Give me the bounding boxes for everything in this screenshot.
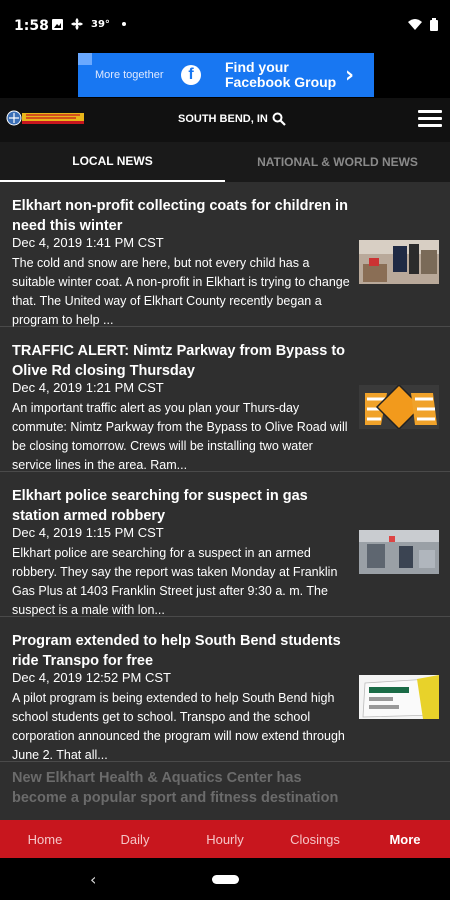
news-title: Elkhart police searching for suspect in … xyxy=(12,488,308,524)
news-date: Dec 4, 2019 1:41 PM CST xyxy=(12,235,164,250)
dot-icon xyxy=(121,22,126,26)
news-item[interactable]: TRAFFIC ALERT: Nimtz Parkway from Bypass… xyxy=(0,327,450,472)
nav-hourly[interactable]: Hourly xyxy=(180,820,270,858)
news-summary: An important traffic alert as you plan y… xyxy=(12,401,348,472)
chevron-right-icon: › xyxy=(345,62,355,88)
status-system-icons xyxy=(408,18,438,31)
news-title: TRAFFIC ALERT: Nimtz Parkway from Bypass… xyxy=(12,343,346,379)
news-summary: A pilot program is being extended to hel… xyxy=(12,691,345,762)
news-title: Program extended to help South Bend stud… xyxy=(12,633,341,669)
status-bar: 1:58 39° xyxy=(0,0,450,52)
temperature-text: 39° xyxy=(91,18,110,30)
location-selector[interactable]: SOUTH BEND, IN xyxy=(178,112,286,126)
nav-home[interactable]: Home xyxy=(0,820,90,858)
news-date: Dec 4, 2019 1:15 PM CST xyxy=(12,525,164,540)
news-thumbnail xyxy=(359,675,439,719)
tab-national-world-news[interactable]: NATIONAL & WORLD NEWS xyxy=(225,142,450,182)
image-icon xyxy=(52,18,63,30)
station-logo[interactable] xyxy=(6,110,86,126)
news-date: Dec 4, 2019 1:21 PM CST xyxy=(12,380,164,395)
news-thumbnail xyxy=(359,385,439,429)
battery-icon xyxy=(430,18,438,31)
back-icon[interactable]: ‹ xyxy=(90,870,96,889)
news-item[interactable]: Elkhart non-profit collecting coats for … xyxy=(0,182,450,327)
news-item[interactable]: Program extended to help South Bend stud… xyxy=(0,617,450,762)
news-summary: Elkhart police are searching for a suspe… xyxy=(12,546,338,617)
fan-icon xyxy=(71,18,83,30)
news-item[interactable]: Elkhart police searching for suspect in … xyxy=(0,472,450,617)
status-notifications: 39° xyxy=(52,18,126,30)
location-label: SOUTH BEND, IN xyxy=(178,113,268,125)
nav-daily[interactable]: Daily xyxy=(90,820,180,858)
news-title-partial[interactable]: New Elkhart Health & Aquatics Center has… xyxy=(12,768,352,808)
menu-icon[interactable] xyxy=(418,110,442,128)
system-nav-bar: ‹ xyxy=(0,858,450,900)
ad-small-text: More together xyxy=(95,69,164,81)
news-tabs: LOCAL NEWS NATIONAL & WORLD NEWS xyxy=(0,142,450,182)
news-list[interactable]: Elkhart non-profit collecting coats for … xyxy=(0,182,450,820)
nav-more[interactable]: More xyxy=(360,820,450,858)
news-thumbnail xyxy=(359,530,439,574)
news-thumbnail xyxy=(359,240,439,284)
ad-main-text: Find your Facebook Group xyxy=(225,59,337,90)
facebook-icon: f xyxy=(181,65,201,85)
nav-closings[interactable]: Closings xyxy=(270,820,360,858)
app-header: SOUTH BEND, IN xyxy=(0,98,450,142)
ad-banner[interactable]: More together f Find your Facebook Group… xyxy=(78,53,374,97)
status-time: 1:58 xyxy=(14,18,49,34)
news-date: Dec 4, 2019 12:52 PM CST xyxy=(12,670,171,685)
search-icon[interactable] xyxy=(272,112,286,126)
wifi-icon xyxy=(408,19,422,30)
tab-local-news[interactable]: LOCAL NEWS xyxy=(0,142,225,182)
news-title: Elkhart non-profit collecting coats for … xyxy=(12,198,348,234)
ad-choices-icon[interactable] xyxy=(78,53,92,65)
bottom-nav: Home Daily Hourly Closings More xyxy=(0,820,450,858)
home-pill-icon[interactable] xyxy=(212,875,239,884)
news-summary: The cold and snow are here, but not ever… xyxy=(12,256,350,327)
